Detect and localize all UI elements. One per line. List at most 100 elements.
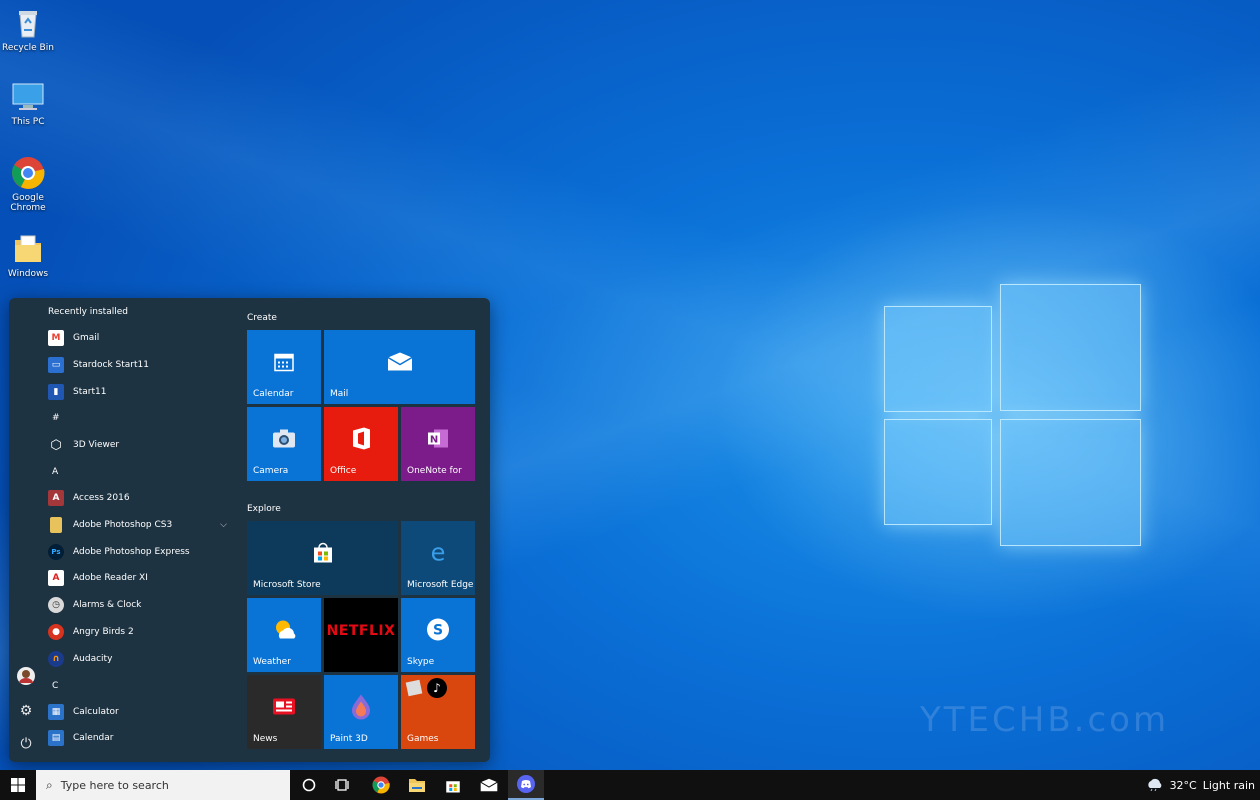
clock-icon: ◷ [48, 597, 64, 613]
start11-icon: ▮ [48, 384, 64, 400]
roblox-icon [405, 679, 423, 697]
user-avatar[interactable] [17, 667, 35, 685]
chrome-icon [11, 156, 45, 190]
news-icon [272, 696, 296, 719]
store-icon [311, 540, 335, 567]
edge-icon: e [426, 538, 450, 567]
list-item[interactable]: M Gmail [48, 326, 233, 350]
3d-viewer-icon: ⬡ [50, 437, 62, 453]
desktop-icon-windows-folder[interactable]: Windows [0, 232, 56, 279]
list-item[interactable]: A Access 2016 [48, 486, 233, 510]
cortana-circle-icon [302, 778, 316, 792]
taskbar-file-explorer-button[interactable] [400, 770, 434, 800]
tile-paint-3d[interactable]: Paint 3D [324, 675, 398, 749]
taskbar-chrome-button[interactable] [364, 770, 398, 800]
search-placeholder: Type here to search [60, 778, 169, 792]
start-button[interactable] [0, 770, 36, 800]
weather-condition-text: Light rain [1202, 778, 1255, 792]
mail-icon [480, 778, 498, 792]
computer-icon [11, 80, 45, 114]
svg-text:N: N [430, 434, 438, 445]
desktop-icon-recycle-bin[interactable]: Recycle Bin [0, 6, 56, 53]
settings-gear-icon[interactable]: ⚙ [17, 702, 35, 720]
group-title-explore: Explore [247, 504, 281, 514]
start11-icon: ▭ [48, 357, 64, 373]
discord-icon [517, 775, 535, 793]
access-icon: A [48, 490, 64, 506]
list-item[interactable]: A Adobe Reader XI [48, 566, 233, 590]
desktop-icon-this-pc[interactable]: This PC [0, 80, 56, 127]
list-item[interactable]: ● Angry Birds 2 [48, 620, 233, 644]
desktop-icon-google-chrome[interactable]: Google Chrome [0, 156, 56, 213]
system-tray[interactable]: 32°C Light rain [1146, 770, 1255, 800]
tile-games[interactable]: ♪ Games [401, 675, 475, 749]
chevron-down-icon[interactable]: ⌵ [220, 520, 227, 530]
weather-cloud-rain-icon [1146, 777, 1164, 794]
tile-mail[interactable]: Mail [324, 330, 475, 404]
taskbar-store-button[interactable] [436, 770, 470, 800]
recycle-bin-icon [11, 6, 45, 40]
tile-area: Create Calendar Mail Camera Office N One… [247, 298, 487, 762]
windows-start-icon [11, 778, 25, 792]
gmail-icon: M [48, 330, 64, 346]
file-explorer-icon [409, 779, 425, 792]
paint-3d-icon [350, 693, 372, 722]
start-menu: ⚙ ⏻ Recently installed M Gmail ▭ Stardoc… [9, 298, 490, 762]
tile-news[interactable]: News [247, 675, 321, 749]
store-icon [446, 781, 460, 793]
power-icon[interactable]: ⏻ [17, 735, 35, 753]
list-item[interactable]: ▤ Calendar [48, 726, 233, 750]
list-item[interactable]: ▦ Calculator [48, 700, 233, 724]
tile-netflix[interactable]: NETFLIX [324, 598, 398, 672]
tile-onenote[interactable]: N OneNote for [401, 407, 475, 481]
weather-icon [271, 618, 297, 643]
start-rail: ⚙ ⏻ [9, 298, 43, 762]
netflix-logo: NETFLIX [326, 622, 396, 639]
office-icon [350, 426, 372, 453]
task-view-button[interactable] [326, 770, 360, 800]
skype-icon: S [426, 617, 450, 644]
calendar-icon: ▤ [48, 730, 64, 746]
taskbar-discord-button[interactable] [508, 770, 544, 800]
temperature-text: 32°C [1169, 778, 1197, 792]
folder-icon [50, 517, 62, 533]
recently-installed-header: Recently installed [48, 307, 128, 317]
watermark: YTECHB.com [920, 700, 1170, 740]
letter-header-hash[interactable]: # [52, 413, 60, 423]
list-item[interactable]: Adobe Photoshop CS3 ⌵ [48, 513, 233, 537]
angry-birds-icon: ● [48, 624, 64, 640]
task-view-icon [335, 779, 349, 791]
taskbar-search-box[interactable]: ⌕ Type here to search [36, 770, 290, 800]
letter-header-a[interactable]: A [52, 467, 58, 477]
reader-icon: A [48, 570, 64, 586]
tiktok-icon: ♪ [427, 678, 447, 698]
folder-icon [11, 232, 45, 266]
camera-icon [272, 428, 296, 451]
taskbar: ⌕ Type here to search 32°C Light rain [0, 770, 1260, 800]
taskbar-mail-button[interactable] [472, 770, 506, 800]
tile-calendar[interactable]: Calendar [247, 330, 321, 404]
list-item[interactable]: ▭ Stardock Start11 [48, 353, 233, 377]
group-title-create: Create [247, 313, 277, 323]
chrome-icon [372, 776, 390, 794]
list-item[interactable]: Ps Adobe Photoshop Express [48, 540, 233, 564]
photoshop-icon: Ps [48, 544, 64, 560]
tile-office[interactable]: Office [324, 407, 398, 481]
list-item[interactable]: ∩ Audacity [48, 647, 233, 671]
list-item[interactable]: ⬡ 3D Viewer [48, 433, 233, 457]
svg-text:e: e [431, 540, 446, 564]
cortana-button[interactable] [292, 770, 326, 800]
app-list: Recently installed M Gmail ▭ Stardock St… [43, 298, 239, 762]
windows-logo-wallpaper [884, 284, 1142, 546]
calculator-icon: ▦ [48, 704, 64, 720]
tile-microsoft-edge[interactable]: e Microsoft Edge [401, 521, 475, 595]
mail-icon [387, 351, 413, 374]
tile-microsoft-store[interactable]: Microsoft Store [247, 521, 398, 595]
tile-weather[interactable]: Weather [247, 598, 321, 672]
list-item[interactable]: ▮ Start11 [48, 380, 233, 404]
svg-text:S: S [433, 622, 443, 638]
list-item[interactable]: ◷ Alarms & Clock [48, 593, 233, 617]
letter-header-c[interactable]: C [52, 681, 58, 691]
tile-skype[interactable]: S Skype [401, 598, 475, 672]
tile-camera[interactable]: Camera [247, 407, 321, 481]
